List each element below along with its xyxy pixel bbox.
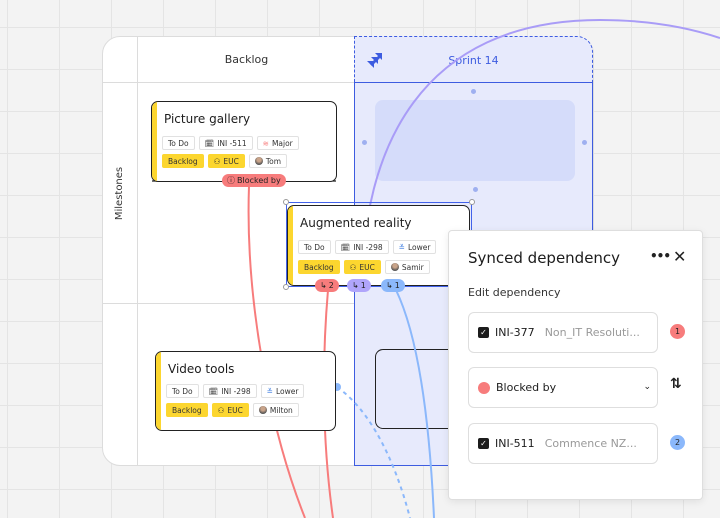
- divider: [137, 37, 138, 465]
- dependency-icon: ↳: [386, 281, 393, 290]
- dependency-icon: ↳: [352, 281, 359, 290]
- issue-description: Commence NZ...: [544, 437, 637, 450]
- dependency-pill[interactable]: ↳ 2: [315, 279, 339, 292]
- calendar-icon: 🗓: [204, 138, 215, 148]
- assignee-chip[interactable]: Milton: [252, 403, 299, 417]
- team-chip[interactable]: ⚇ EUC: [211, 403, 249, 417]
- issue-key-chip[interactable]: 🗓 INI -511: [198, 136, 253, 150]
- chevron-down-icon: ⌄: [643, 382, 651, 392]
- issue-key: INI-511: [495, 437, 535, 450]
- assignee-chip[interactable]: Samir: [384, 260, 430, 274]
- row-header-milestones[interactable]: Milestones: [103, 83, 137, 303]
- resize-handle[interactable]: [582, 140, 587, 145]
- checkbox[interactable]: ✓: [478, 438, 489, 449]
- dependency-pill[interactable]: ↳ 1: [347, 279, 371, 292]
- panel-title: Synced dependency: [468, 249, 621, 267]
- empty-card-placeholder[interactable]: [375, 100, 575, 181]
- resize-handle[interactable]: [362, 140, 367, 145]
- card-title: Video tools: [168, 362, 235, 376]
- checkbox[interactable]: ✓: [478, 327, 489, 338]
- selection-handle[interactable]: [469, 199, 475, 205]
- calendar-icon: 🗓: [340, 242, 351, 252]
- tag-chip[interactable]: Backlog: [298, 260, 340, 274]
- assignee-chip[interactable]: Tom: [248, 154, 288, 168]
- avatar: [258, 406, 267, 414]
- card-title: Picture gallery: [164, 112, 251, 126]
- issue-key: INI-377: [495, 326, 535, 339]
- column-header-sprint[interactable]: Sprint 14: [354, 36, 593, 82]
- priority-chip[interactable]: ≋ Major: [256, 136, 299, 150]
- resize-handle[interactable]: [473, 187, 478, 192]
- relation-value: Blocked by: [496, 381, 557, 394]
- calendar-icon: 🗓: [208, 386, 219, 396]
- column-label: Sprint 14: [448, 53, 499, 67]
- priority-chip[interactable]: ≚ Lower: [392, 240, 437, 254]
- alert-circle-icon: ⓘ: [227, 176, 235, 185]
- team-chip[interactable]: ⚇ EUC: [343, 260, 381, 274]
- resize-handle[interactable]: [471, 89, 476, 94]
- column-header-backlog[interactable]: Backlog: [138, 37, 355, 82]
- issue-description: Non_IT Resoluti...: [544, 326, 640, 339]
- card-video-tools[interactable]: Video tools To Do 🗓 INI -298 ≚ Lower Backl…: [155, 351, 336, 431]
- card-title: Augmented reality: [300, 216, 412, 230]
- card-augmented-reality[interactable]: Augmented reality To Do 🗓 INI -298 ≚ Lower…: [287, 205, 470, 286]
- priority-lower-icon: ≚: [398, 242, 405, 252]
- count-badge: 1: [670, 324, 685, 339]
- issue-key-chip[interactable]: 🗓 INI -298: [202, 384, 257, 398]
- priority-lower-icon: ≚: [266, 386, 273, 396]
- dependency-issue-field[interactable]: ✓ INI-377 Non_IT Resoluti...: [468, 312, 658, 353]
- more-options-icon[interactable]: •••: [650, 249, 671, 263]
- status-chip[interactable]: To Do: [298, 240, 331, 254]
- synced-dependency-panel: Synced dependency ••• ✕ Edit dependency …: [448, 230, 703, 500]
- priority-major-icon: ≋: [262, 138, 269, 148]
- column-label: Backlog: [224, 53, 269, 66]
- count-badge: 2: [670, 435, 685, 450]
- close-icon[interactable]: ✕: [673, 247, 686, 266]
- avatar: [390, 263, 399, 271]
- priority-chip[interactable]: ≚ Lower: [260, 384, 305, 398]
- blocked-by-pill[interactable]: ⓘ Blocked by: [222, 174, 286, 187]
- selection-handle[interactable]: [283, 284, 289, 290]
- panel-subtitle: Edit dependency: [468, 286, 561, 299]
- dependency-pill[interactable]: ↳ 1: [381, 279, 405, 292]
- status-chip[interactable]: To Do: [162, 136, 195, 150]
- dependency-icon: ↳: [320, 281, 327, 290]
- status-chip[interactable]: To Do: [166, 384, 199, 398]
- status-dot: [478, 381, 490, 394]
- team-icon: ⚇: [349, 262, 357, 272]
- relation-select[interactable]: Blocked by ⌄: [468, 367, 658, 408]
- issue-key-chip[interactable]: 🗓 INI -298: [334, 240, 389, 254]
- selection-handle[interactable]: [283, 199, 289, 205]
- dependency-issue-field[interactable]: ✓ INI-511 Commence NZ...: [468, 423, 658, 464]
- tag-chip[interactable]: Backlog: [162, 154, 204, 168]
- tag-chip[interactable]: Backlog: [166, 403, 208, 417]
- swap-direction-icon[interactable]: ⇅: [670, 376, 682, 392]
- team-chip[interactable]: ⚇ EUC: [207, 154, 245, 168]
- card-picture-gallery[interactable]: Picture gallery To Do 🗓 INI -511 ≋ Major B…: [151, 101, 337, 182]
- team-icon: ⚇: [213, 156, 221, 166]
- team-icon: ⚇: [217, 405, 225, 415]
- avatar: [254, 157, 263, 165]
- row-label: Milestones: [114, 166, 126, 220]
